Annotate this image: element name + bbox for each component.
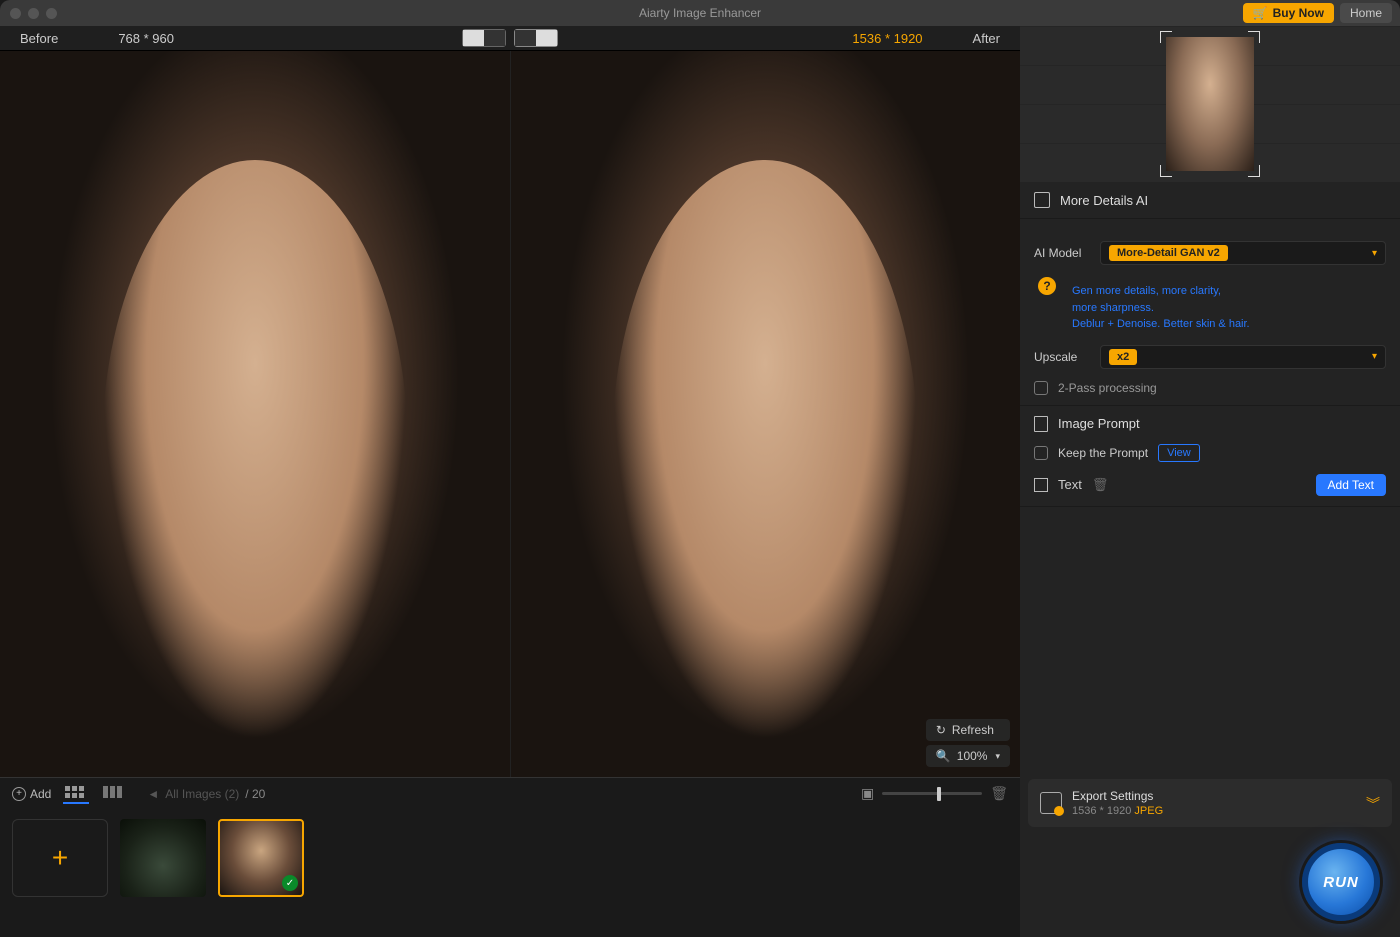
chevron-down-icon: ▾: [995, 751, 1000, 762]
section-more-details: More Details AI: [1060, 193, 1148, 208]
cart-icon: 🛒: [1253, 6, 1268, 20]
ai-model-select[interactable]: More-Detail GAN v2 ▾: [1100, 241, 1386, 265]
after-dimensions: 1536 * 1920: [852, 31, 922, 46]
add-label: Add: [30, 787, 51, 801]
add-image-button[interactable]: + Add: [12, 787, 51, 801]
traffic-lights: [10, 8, 57, 19]
refresh-button[interactable]: ↻ Refresh: [926, 719, 1010, 741]
compare-viewport[interactable]: ↻ Refresh 🔍 100% ▾: [0, 51, 1020, 777]
export-dims: 1536 * 1920: [1072, 805, 1131, 817]
details-icon: [1034, 192, 1050, 208]
zoom-value: 100%: [957, 749, 988, 763]
chevron-down-icon: ▾: [1372, 248, 1377, 259]
compare-infobar: Before 768 * 960 1536 * 1920 After: [0, 26, 1020, 51]
close-dot[interactable]: [10, 8, 21, 19]
chevron-up-icon: ︽: [1366, 793, 1380, 813]
trash-icon[interactable]: 🗑: [1092, 477, 1109, 493]
buy-now-button[interactable]: 🛒 Buy Now: [1243, 3, 1334, 23]
thumb-toolbar: + Add ◄ All Images (2) / 20 ▣ 🗑: [0, 777, 1020, 809]
model-desc-3: Deblur + Denoise. Better skin & hair.: [1072, 316, 1250, 333]
section-image-prompt: Image Prompt: [1058, 416, 1140, 431]
export-format: JPEG: [1134, 805, 1163, 817]
check-icon: ✓: [282, 875, 298, 891]
zoom-dot[interactable]: [46, 8, 57, 19]
refresh-icon: ↻: [936, 723, 946, 737]
add-thumb-tile[interactable]: +: [12, 819, 108, 897]
before-label: Before: [20, 31, 58, 46]
ai-model-value: More-Detail GAN v2: [1109, 245, 1228, 261]
grid-view-toggle[interactable]: [63, 784, 89, 804]
breadcrumb-text: All Images (2): [165, 787, 239, 801]
model-desc-2: more sharpness.: [1072, 300, 1250, 317]
breadcrumb-count: / 20: [245, 787, 265, 801]
breadcrumb[interactable]: ◄ All Images (2) / 20: [147, 787, 265, 801]
delete-icon[interactable]: 🗑: [990, 785, 1008, 802]
thumbnail-1[interactable]: [120, 819, 206, 897]
upscale-select[interactable]: x2 ▾: [1100, 345, 1386, 369]
image-size-icon: ▣: [861, 785, 874, 802]
export-title: Export Settings: [1072, 789, 1163, 803]
row-view-toggle[interactable]: [101, 784, 127, 804]
view-mode-left[interactable]: [462, 29, 506, 47]
document-icon: [1034, 416, 1048, 432]
zoom-button[interactable]: 🔍 100% ▾: [926, 745, 1010, 767]
view-mode-split[interactable]: [514, 29, 558, 47]
chevron-down-icon: ▾: [1372, 351, 1377, 362]
settings-sidebar: More Details AI AI Model More-Detail GAN…: [1020, 26, 1400, 937]
minimize-dot[interactable]: [28, 8, 39, 19]
back-arrow-icon[interactable]: ◄: [147, 787, 159, 801]
model-desc-1: Gen more details, more clarity,: [1072, 283, 1250, 300]
refresh-label: Refresh: [952, 723, 994, 737]
thumb-size-slider[interactable]: [882, 792, 982, 795]
upscale-value: x2: [1109, 349, 1137, 365]
keep-prompt-label: Keep the Prompt: [1058, 446, 1148, 460]
navigator-preview[interactable]: [1020, 26, 1400, 182]
titlebar: Aiarty Image Enhancer 🛒 Buy Now Home: [0, 0, 1400, 26]
thumbnail-2[interactable]: ✓: [218, 819, 304, 897]
upscale-label: Upscale: [1034, 350, 1090, 364]
help-icon[interactable]: ?: [1038, 277, 1056, 295]
home-button[interactable]: Home: [1340, 3, 1392, 23]
export-icon: [1040, 792, 1062, 814]
ai-model-label: AI Model: [1034, 246, 1090, 260]
keep-prompt-checkbox[interactable]: [1034, 446, 1048, 460]
two-pass-checkbox[interactable]: [1034, 381, 1048, 395]
export-settings-bar[interactable]: Export Settings 1536 * 1920 JPEG ︽: [1028, 779, 1392, 827]
app-title: Aiarty Image Enhancer: [639, 6, 761, 20]
run-button[interactable]: RUN: [1302, 843, 1380, 921]
magnifier-icon: 🔍: [936, 749, 951, 763]
plus-icon: +: [12, 787, 26, 801]
buy-label: Buy Now: [1273, 6, 1324, 20]
add-text-button[interactable]: Add Text: [1316, 474, 1386, 496]
before-dimensions: 768 * 960: [118, 31, 174, 46]
view-prompt-button[interactable]: View: [1158, 444, 1200, 462]
thumbnail-strip: + ✓: [0, 809, 1020, 937]
two-pass-label: 2-Pass processing: [1058, 381, 1157, 395]
after-label: After: [973, 31, 1000, 46]
text-label: Text: [1058, 477, 1082, 492]
text-icon: [1034, 478, 1048, 492]
after-image[interactable]: ↻ Refresh 🔍 100% ▾: [511, 51, 1021, 777]
before-image[interactable]: [0, 51, 511, 777]
